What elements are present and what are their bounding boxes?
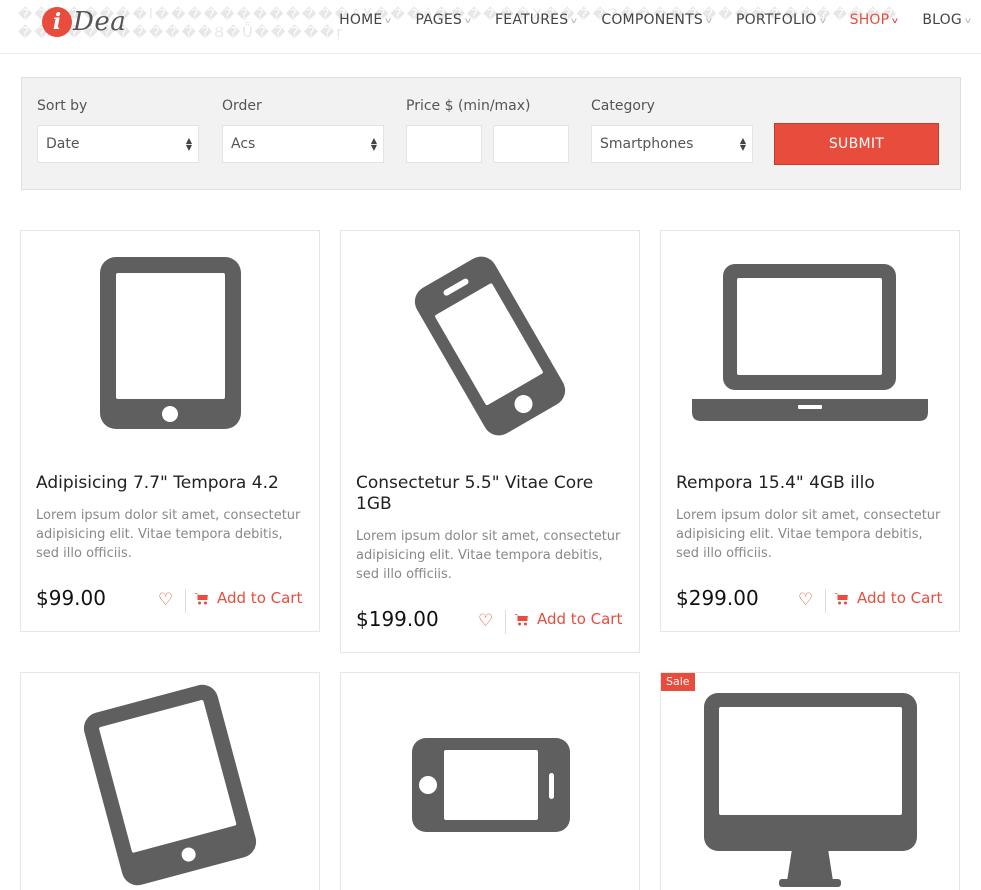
product-price: $99.00 [36,586,106,610]
add-to-cart-button[interactable]: Add to Cart [834,589,942,607]
order-value: Acs [231,136,256,152]
nav-item-label: PAGES [415,12,462,28]
product-card: Sale [660,672,960,890]
submit-button[interactable]: SUBMIT [774,123,939,165]
sort-by-value: Date [46,136,80,152]
order-label: Order [222,98,262,114]
category-value: Smartphones [600,136,694,152]
cart-icon [514,613,529,626]
nav-item-blog[interactable]: BLOG ∨ [922,12,973,28]
heart-icon[interactable]: ♡ [158,590,173,610]
nav-item-pages[interactable]: PAGES ∨ [415,12,473,28]
main-nav: HOME ∨ PAGES ∨ FEATURES ∨ COMPONENTS ∨ PORTF… [339,0,981,40]
select-arrows-icon: ▲ ▼ [185,136,192,152]
logo-mark: i [42,7,72,37]
product-description: Lorem ipsum dolor sit amet, consectetur … [356,529,621,582]
product-image[interactable] [661,231,959,461]
cart-icon [194,592,209,605]
product-name[interactable]: Adipisicing 7.7" Tempora 4.2 [36,473,306,494]
sort-by-select[interactable]: Date ▲ ▼ [37,125,199,163]
laptop-icon [692,264,928,421]
price-min-input[interactable] [406,125,482,163]
product-card [20,672,320,890]
product-name[interactable]: Rempora 15.4" 4GB illo [676,473,946,494]
sort-by-label: Sort by [37,98,88,114]
select-arrows-icon: ▲ ▼ [370,136,377,152]
add-to-cart-button[interactable]: Add to Cart [514,610,622,628]
chevron-down-icon: ∨ [383,15,394,25]
divider [825,589,826,613]
tablet-icon [100,257,241,429]
product-image[interactable] [21,231,319,461]
add-to-cart-label: Add to Cart [857,589,943,607]
tablet-icon [83,684,257,886]
order-select[interactable]: Acs ▲ ▼ [222,125,384,163]
product-name[interactable]: Consectetur 5.5" Vitae Core 1GB [356,473,626,515]
product-description: Lorem ipsum dolor sit amet, consectetur … [36,508,301,561]
nav-item-home[interactable]: HOME ∨ [339,12,394,28]
product-image[interactable] [21,673,319,890]
divider [185,589,186,613]
product-card: Rempora 15.4" 4GB illo Lorem ipsum dolor… [660,230,960,632]
nav-item-components[interactable]: COMPONENTS ∨ [601,12,714,28]
smartphone-landscape-icon [412,738,570,832]
product-image[interactable] [661,673,959,890]
sale-badge: Sale [661,673,695,691]
cart-icon [834,592,849,605]
nav-item-label: SHOP [849,12,890,28]
chevron-down-icon: ∨ [963,15,973,25]
site-header: ��������l������������AX���ǹ������X����3�… [0,0,981,54]
product-image[interactable] [341,673,639,890]
chevron-down-icon: ∨ [704,15,714,25]
heart-icon[interactable]: ♡ [798,590,813,610]
nav-item-shop[interactable]: SHOP ∨ [849,12,900,28]
nav-item-portfolio[interactable]: PORTFOLIO ∨ [736,12,828,28]
add-to-cart-label: Add to Cart [537,610,623,628]
product-card: Adipisicing 7.7" Tempora 4.2 Lorem ipsum… [20,230,320,632]
desktop-monitor-icon [704,693,917,887]
category-select[interactable]: Smartphones ▲ ▼ [591,125,753,163]
product-card [340,672,640,890]
price-max-input[interactable] [493,125,569,163]
smartphone-icon [414,256,566,436]
nav-item-label: BLOG [922,12,962,28]
add-to-cart-label: Add to Cart [217,589,303,607]
site-logo[interactable]: i Dea [42,4,126,40]
select-arrows-icon: ▲ ▼ [739,136,746,152]
heart-icon[interactable]: ♡ [478,611,493,631]
product-description: Lorem ipsum dolor sit amet, consectetur … [676,508,941,561]
product-filter-panel: Sort by Date ▲ ▼ Order Acs ▲ ▼ Price $ (mi… [21,77,961,190]
product-card: Consectetur 5.5" Vitae Core 1GB Lorem ip… [340,230,640,653]
price-label: Price $ (min/max) [406,98,531,114]
chevron-down-icon: ∨ [569,15,579,25]
nav-item-label: HOME [339,12,383,28]
nav-item-features[interactable]: FEATURES ∨ [495,12,579,28]
chevron-down-icon: ∨ [890,15,900,25]
add-to-cart-button[interactable]: Add to Cart [194,589,302,607]
divider [505,610,506,634]
chevron-down-icon: ∨ [463,15,473,25]
product-image[interactable] [341,231,639,461]
logo-text: Dea [73,7,127,37]
product-price: $199.00 [356,607,439,631]
chevron-down-icon: ∨ [818,15,828,25]
product-price: $299.00 [676,586,759,610]
category-label: Category [591,98,655,114]
nav-item-label: PORTFOLIO [736,12,817,28]
nav-item-label: FEATURES [495,12,569,28]
nav-item-label: COMPONENTS [601,12,703,28]
